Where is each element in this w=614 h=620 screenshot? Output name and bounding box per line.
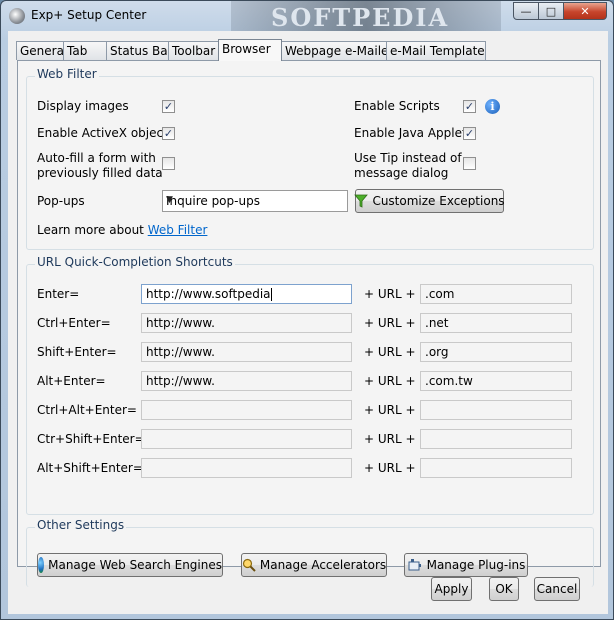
enable-activex-checkbox[interactable]: ✓ — [162, 127, 175, 140]
funnel-icon — [354, 193, 369, 209]
browser-tab-panel: Web Filter Display images ✓ Enable Activ… — [17, 60, 601, 587]
magnifier-icon — [242, 557, 256, 573]
learn-more-text: Learn more about Web Filter — [37, 223, 207, 238]
autofill-label-line2: previously filled data — [37, 166, 163, 180]
other-settings-title: Other Settings — [35, 518, 127, 532]
shortcut-prefix-input[interactable]: http://www. — [141, 371, 352, 391]
plus-url-label: + URL + — [364, 461, 416, 475]
popups-select[interactable]: Inquire pop-ups ▼ — [162, 190, 348, 212]
display-images-checkbox[interactable]: ✓ — [162, 100, 175, 113]
tab-status-bar[interactable]: Status Bar — [106, 41, 173, 60]
shortcut-key-label: Ctrl+Enter= — [37, 316, 111, 330]
web-filter-group: Web Filter Display images ✓ Enable Activ… — [26, 67, 594, 250]
tab-general[interactable]: General — [16, 41, 67, 60]
tab-webpage-emailer[interactable]: Webpage e-Mailer — [281, 41, 393, 60]
window-controls: — □ ✕ — [513, 2, 607, 21]
tab-toolbar[interactable]: Toolbar — [168, 41, 219, 60]
manage-plugins-label: Manage Plug-ins — [426, 558, 526, 572]
plus-url-label: + URL + — [364, 432, 416, 446]
shortcut-prefix-input[interactable]: http://www.softpedia — [141, 284, 352, 304]
shortcut-suffix-input[interactable]: .com — [420, 284, 572, 304]
web-filter-link[interactable]: Web Filter — [148, 223, 208, 237]
use-tip-checkbox[interactable] — [463, 157, 476, 170]
maximize-button[interactable]: □ — [538, 2, 564, 20]
url-shortcuts-title: URL Quick-Completion Shortcuts — [35, 255, 235, 269]
dialog-client: General Tab Status Bar Toolbar Browser W… — [8, 31, 608, 614]
manage-accelerators-label: Manage Accelerators — [259, 558, 387, 572]
check-icon: ✓ — [163, 100, 174, 113]
enable-activex-label: Enable ActiveX objects — [37, 126, 175, 140]
shortcut-suffix-input[interactable]: .com.tw — [420, 371, 572, 391]
enable-java-checkbox[interactable]: ✓ — [463, 127, 476, 140]
tab-browser[interactable]: Browser — [218, 39, 282, 61]
display-images-label: Display images — [37, 99, 129, 113]
tab-email-template[interactable]: e-Mail Template — [386, 41, 486, 60]
manage-search-engines-button[interactable]: Manage Web Search Engines — [37, 553, 223, 577]
use-tip-label-line2: message dialog — [354, 166, 449, 180]
window-title: Exp+ Setup Center — [31, 8, 147, 22]
shortcut-prefix-input[interactable] — [141, 400, 352, 420]
manage-plugins-button[interactable]: Manage Plug-ins — [404, 553, 528, 577]
shortcut-prefix-input[interactable] — [141, 429, 352, 449]
tab-tab[interactable]: Tab — [63, 41, 107, 60]
shortcut-key-label: Enter= — [37, 287, 80, 301]
maximize-icon: □ — [545, 4, 557, 18]
check-icon: ✓ — [464, 100, 475, 113]
dropdown-arrow-icon: ▼ — [166, 195, 173, 205]
cancel-button[interactable]: Cancel — [534, 577, 580, 601]
shortcut-prefix-input[interactable]: http://www. — [141, 342, 352, 362]
plus-url-label: + URL + — [364, 374, 416, 388]
app-icon — [9, 8, 25, 24]
url-shortcuts-group: URL Quick-Completion Shortcuts Enter= ht… — [26, 255, 594, 515]
info-icon[interactable]: i — [485, 99, 500, 114]
plus-url-label: + URL + — [364, 287, 416, 301]
close-icon: ✕ — [580, 4, 590, 18]
shortcut-suffix-input[interactable] — [420, 429, 572, 449]
title-bar[interactable]: Exp+ Setup Center SOFTPEDIA — □ ✕ — [1, 1, 613, 32]
globe-icon — [38, 557, 45, 573]
shortcut-suffix-input[interactable]: .org — [420, 342, 572, 362]
apply-button[interactable]: Apply — [431, 577, 472, 601]
use-tip-label-line1: Use Tip instead of — [354, 151, 462, 165]
watermark: SOFTPEDIA — [271, 3, 450, 32]
close-button[interactable]: ✕ — [563, 2, 607, 20]
shortcut-key-label: Alt+Shift+Enter= — [37, 461, 143, 475]
shortcut-key-label: Shift+Enter= — [37, 345, 117, 359]
minimize-icon: — — [520, 4, 532, 18]
plus-url-label: + URL + — [364, 316, 416, 330]
manage-accelerators-button[interactable]: Manage Accelerators — [241, 553, 387, 577]
minimize-button[interactable]: — — [513, 2, 539, 20]
plus-url-label: + URL + — [364, 403, 416, 417]
shortcut-prefix-input[interactable]: http://www. — [141, 313, 352, 333]
web-filter-title: Web Filter — [35, 67, 99, 81]
autofill-checkbox[interactable] — [162, 157, 175, 170]
enable-scripts-label: Enable Scripts — [354, 99, 440, 113]
plugin-icon — [407, 557, 423, 573]
autofill-label-line1: Auto-fill a form with — [37, 151, 156, 165]
shortcut-key-label: Ctr+Shift+Enter= — [37, 432, 145, 446]
check-icon: ✓ — [464, 127, 475, 140]
popups-label: Pop-ups — [37, 194, 85, 208]
plus-url-label: + URL + — [364, 345, 416, 359]
enable-scripts-checkbox[interactable]: ✓ — [463, 100, 476, 113]
shortcut-key-label: Ctrl+Alt+Enter= — [37, 403, 137, 417]
check-icon: ✓ — [163, 127, 174, 140]
shortcut-suffix-input[interactable]: .net — [420, 313, 572, 333]
learn-more-prefix: Learn more about — [37, 223, 144, 237]
shortcut-key-label: Alt+Enter= — [37, 374, 106, 388]
manage-search-engines-label: Manage Web Search Engines — [48, 558, 222, 572]
shortcut-prefix-input[interactable] — [141, 458, 352, 478]
shortcut-suffix-input[interactable] — [420, 458, 572, 478]
customize-exceptions-label: Customize Exceptions — [372, 194, 505, 208]
setup-window: Exp+ Setup Center SOFTPEDIA — □ ✕ Genera… — [0, 0, 614, 620]
ok-button[interactable]: OK — [489, 577, 519, 601]
shortcut-suffix-input[interactable] — [420, 400, 572, 420]
customize-exceptions-button[interactable]: Customize Exceptions — [354, 189, 505, 213]
enable-java-label: Enable Java Applets — [354, 126, 473, 140]
